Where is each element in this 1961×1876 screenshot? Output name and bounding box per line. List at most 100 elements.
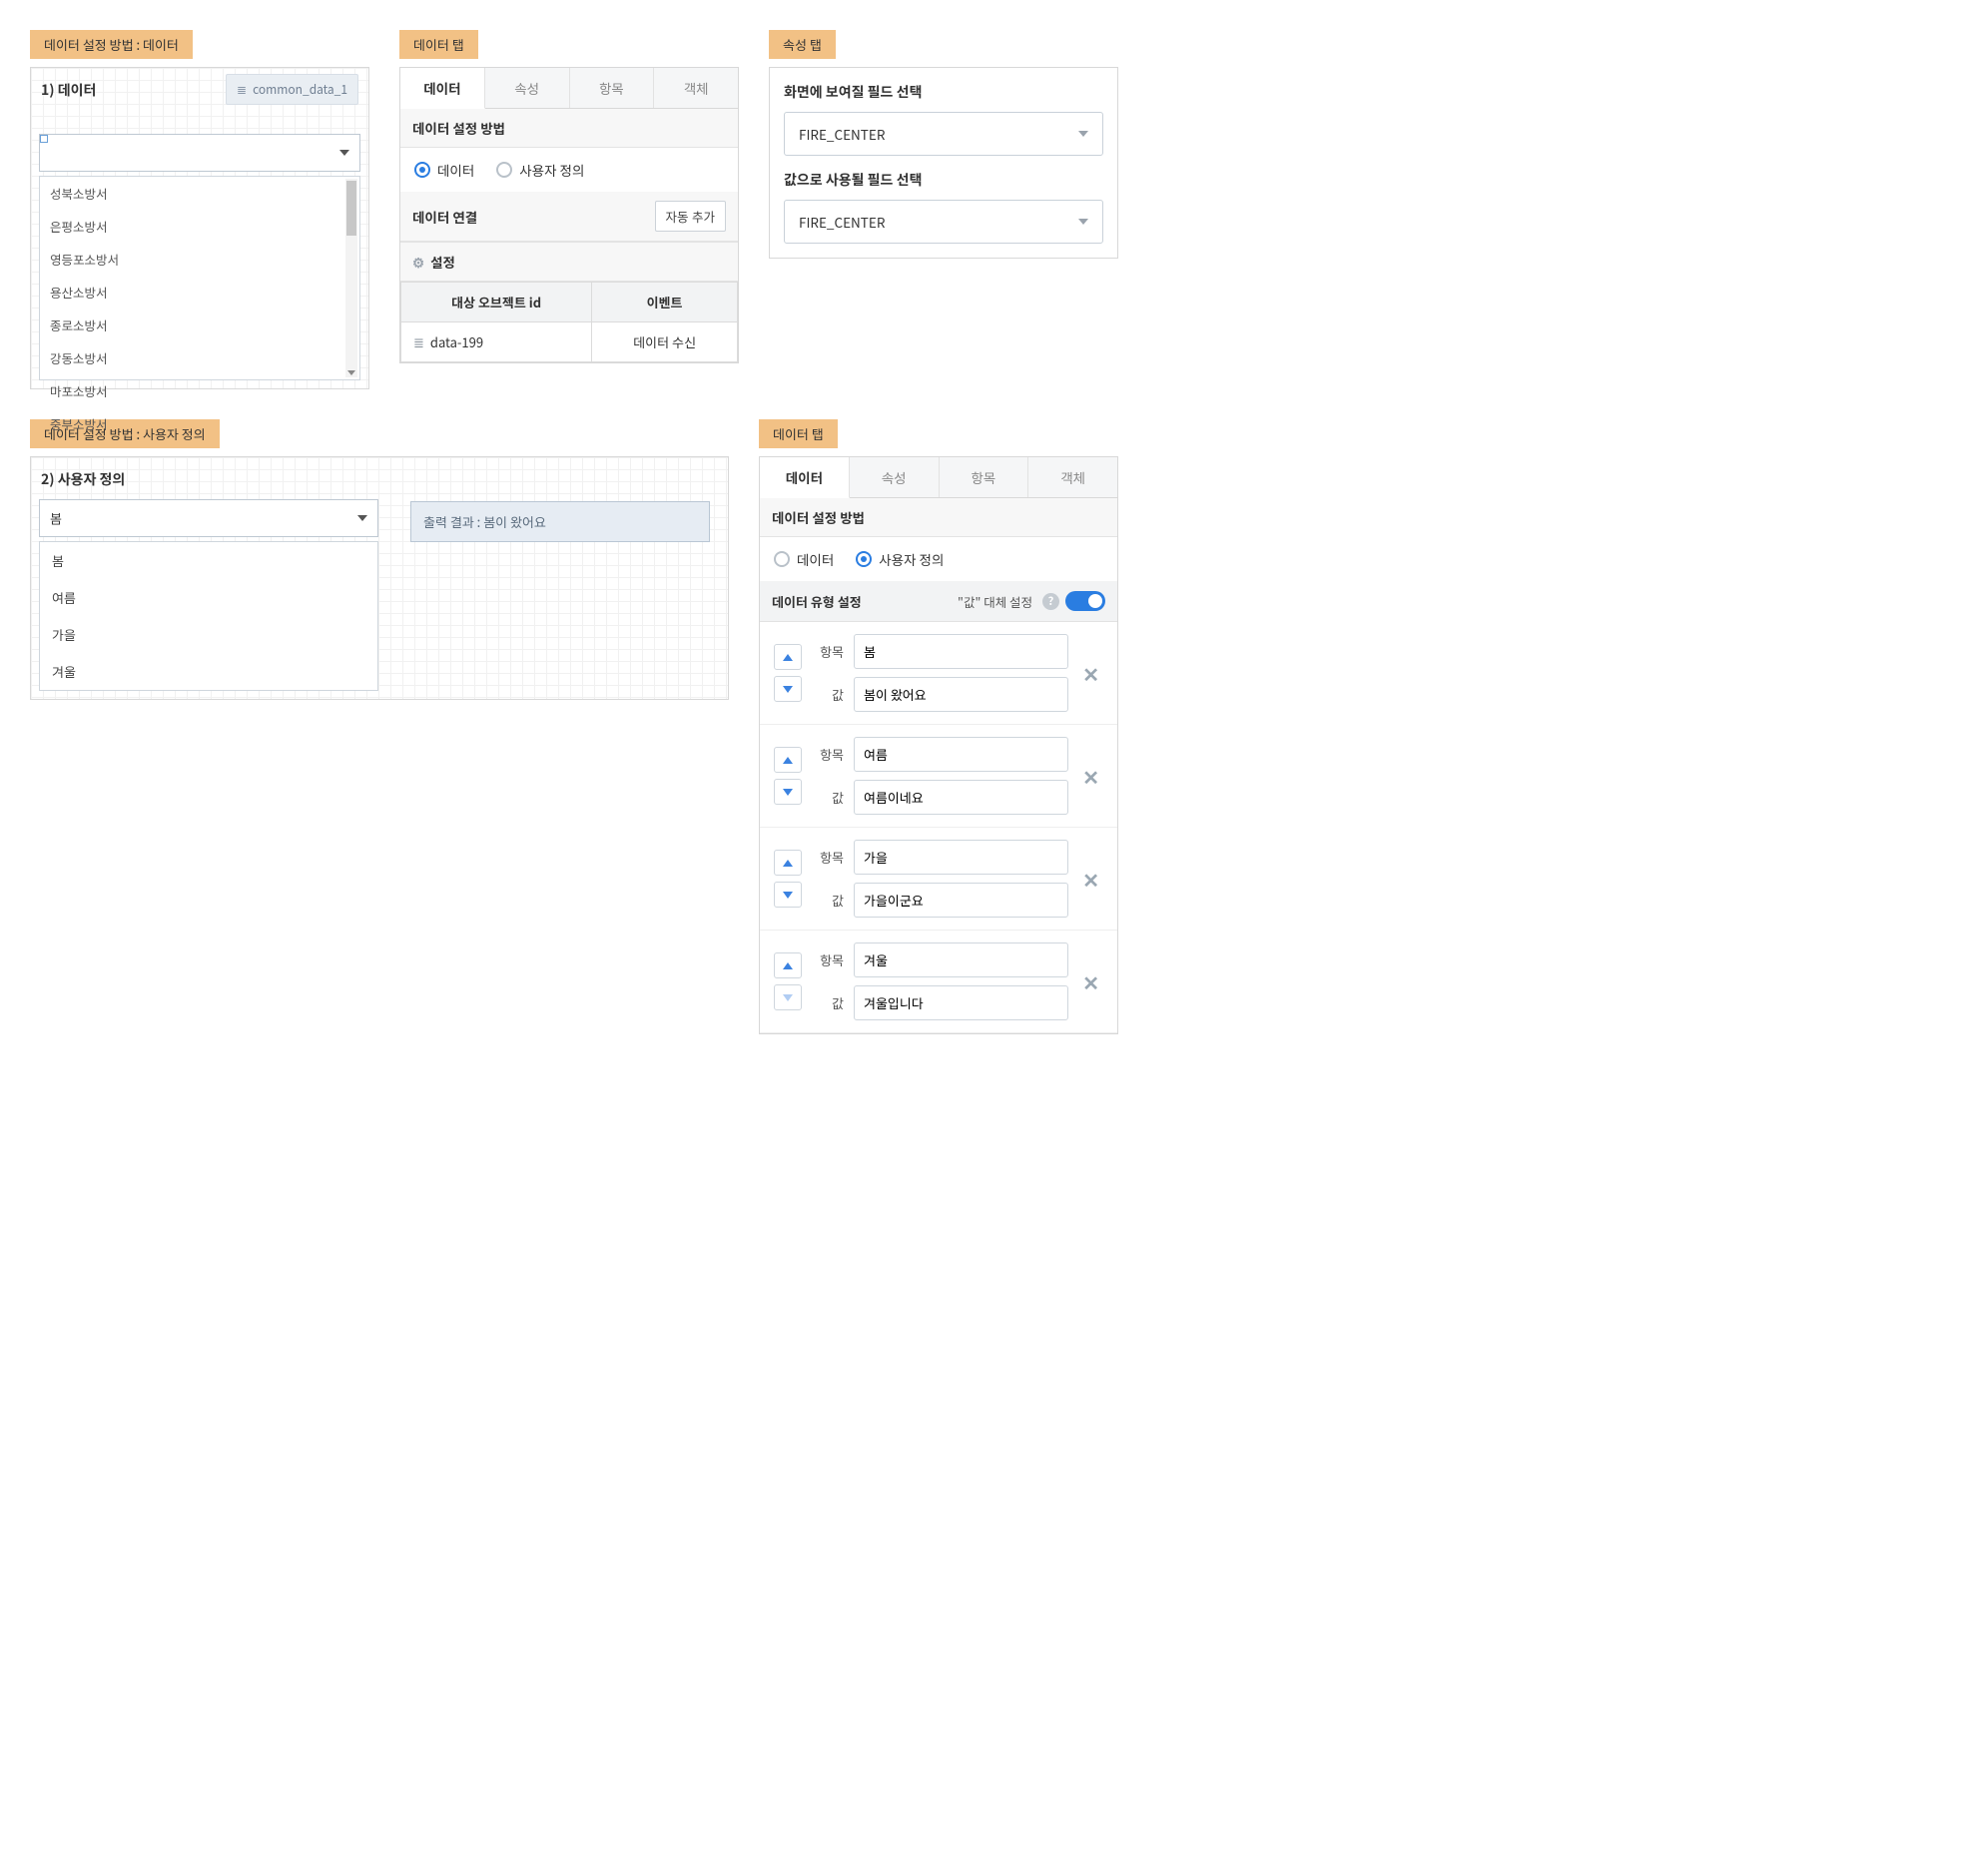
tab-object[interactable]: 객체 [1028,457,1117,497]
item-label: 항목 [812,745,844,764]
designer-title-2: 2) 사용자 정의 [41,469,720,489]
section-title: 데이터 유형 설정 [772,592,862,611]
field-value-header: 값으로 사용될 필드 선택 [784,170,1103,190]
option[interactable]: 영등포소방서 [40,243,359,276]
option[interactable]: 종로소방서 [40,309,359,341]
option[interactable]: 성북소방서 [40,177,359,210]
caret-down-icon [1078,219,1088,225]
scrollbar-thumb[interactable] [346,181,356,236]
tabs-2: 데이터 속성 항목 객체 [760,457,1117,498]
item-value-input[interactable] [854,780,1068,815]
cell-object-id[interactable]: data-199 [401,322,592,362]
item-label-input[interactable] [854,942,1068,977]
scrollbar[interactable] [345,179,357,377]
radio-label: 데이터 [437,160,474,180]
move-down-button[interactable] [774,984,802,1010]
tab-object[interactable]: 객체 [654,68,738,108]
radio-custom[interactable]: 사용자 정의 [496,160,584,180]
select-dropdown-2[interactable]: 봄 여름 가을 겨울 [39,541,378,691]
scroll-down-icon[interactable] [347,370,355,375]
designer-area-data: 1) 데이터 common_data_1 성북소방서 은평소방서 영등포소방서 … [30,67,369,389]
chevron-down-icon [783,994,793,1001]
radio-label: 데이터 [797,549,834,569]
option[interactable]: 봄 [40,542,377,579]
value-label: 값 [812,993,844,1012]
value-replace-toggle[interactable] [1065,591,1105,611]
radio-data-2[interactable]: 데이터 [774,549,834,569]
caret-down-icon [1078,131,1088,137]
option[interactable]: 용산소방서 [40,276,359,309]
delete-item-button[interactable]: ✕ [1078,865,1103,894]
option[interactable]: 마포소방서 [40,374,359,407]
value-label: 값 [812,788,844,807]
delete-item-button[interactable]: ✕ [1078,762,1103,791]
move-up-button[interactable] [774,644,802,670]
move-down-button[interactable] [774,779,802,805]
select-widget-1[interactable] [39,134,360,172]
option[interactable]: 가을 [40,616,377,653]
item-label-input[interactable] [854,634,1068,669]
item-label: 항목 [812,950,844,969]
radio-label: 사용자 정의 [519,160,584,180]
value-field-select[interactable]: FIRE_CENTER [784,200,1103,244]
item-value-input[interactable] [854,883,1068,918]
move-up-button[interactable] [774,850,802,876]
tab-data[interactable]: 데이터 [760,457,850,498]
designer-area-custom: 2) 사용자 정의 봄 출력 결과 : 봄이 왔어요 봄 여름 가을 겨울 [30,456,729,700]
item-value-input[interactable] [854,677,1068,712]
select-dropdown-1[interactable]: 성북소방서 은평소방서 영등포소방서 용산소방서 종로소방서 강동소방서 마포소… [39,176,360,380]
option[interactable]: 중부소방서 [40,407,359,440]
radio-data[interactable]: 데이터 [414,160,474,180]
option[interactable]: 은평소방서 [40,210,359,243]
chevron-up-icon [783,757,793,764]
data-link-table: 대상 오브젝트 id 이벤트 data-199 데이터 수신 [400,282,738,362]
gear-icon: 설정 [412,252,455,272]
help-icon[interactable]: ? [1042,593,1059,610]
section-title: 데이터 연결 [412,207,477,227]
option[interactable]: 겨울 [40,653,377,690]
field-display-header: 화면에 보여질 필드 선택 [784,82,1103,102]
chevron-down-icon [783,789,793,796]
tab-attr[interactable]: 속성 [850,457,940,497]
properties-panel-data: 데이터 속성 항목 객체 데이터 설정 방법 데이터 사용자 정의 데이터 연결… [399,67,739,363]
item-label-input[interactable] [854,840,1068,875]
caret-down-icon [357,515,367,521]
col-event: 이벤트 [592,283,738,322]
output-box: 출력 결과 : 봄이 왔어요 [410,501,710,542]
tab-data[interactable]: 데이터 [400,68,485,109]
chevron-down-icon [783,892,793,899]
tab-items[interactable]: 항목 [570,68,655,108]
item-label-input[interactable] [854,737,1068,772]
data-item-row: 항목값 ✕ [760,828,1117,931]
radio-custom-2[interactable]: 사용자 정의 [856,549,944,569]
move-down-button[interactable] [774,882,802,908]
item-label: 항목 [812,848,844,867]
data-item-row: 항목값 ✕ [760,725,1117,828]
radio-icon [496,162,512,178]
section-data-link: 데이터 연결 자동 추가 [400,192,738,242]
radio-label: 사용자 정의 [879,549,944,569]
data-chip[interactable]: common_data_1 [226,74,358,105]
move-up-button[interactable] [774,952,802,978]
display-field-select[interactable]: FIRE_CENTER [784,112,1103,156]
radio-icon [856,551,872,567]
radio-icon [414,162,430,178]
delete-item-button[interactable]: ✕ [1078,967,1103,996]
item-value-input[interactable] [854,985,1068,1020]
tab-items[interactable]: 항목 [940,457,1029,497]
section-label-attr-tab: 속성 탭 [769,30,836,59]
select-value: FIRE_CENTER [799,212,885,232]
move-up-button[interactable] [774,747,802,773]
cell-event[interactable]: 데이터 수신 [592,322,738,362]
tab-attr[interactable]: 속성 [485,68,570,108]
settings-label: 설정 [430,252,455,272]
properties-panel-custom: 데이터 속성 항목 객체 데이터 설정 방법 데이터 사용자 정의 데이터 유형… [759,456,1118,1034]
chevron-up-icon [783,860,793,867]
auto-add-button[interactable]: 자동 추가 [655,201,726,232]
option[interactable]: 여름 [40,579,377,616]
option[interactable]: 강동소방서 [40,341,359,374]
select-widget-2[interactable]: 봄 [39,499,378,537]
delete-item-button[interactable]: ✕ [1078,659,1103,688]
value-label: 값 [812,891,844,910]
move-down-button[interactable] [774,676,802,702]
